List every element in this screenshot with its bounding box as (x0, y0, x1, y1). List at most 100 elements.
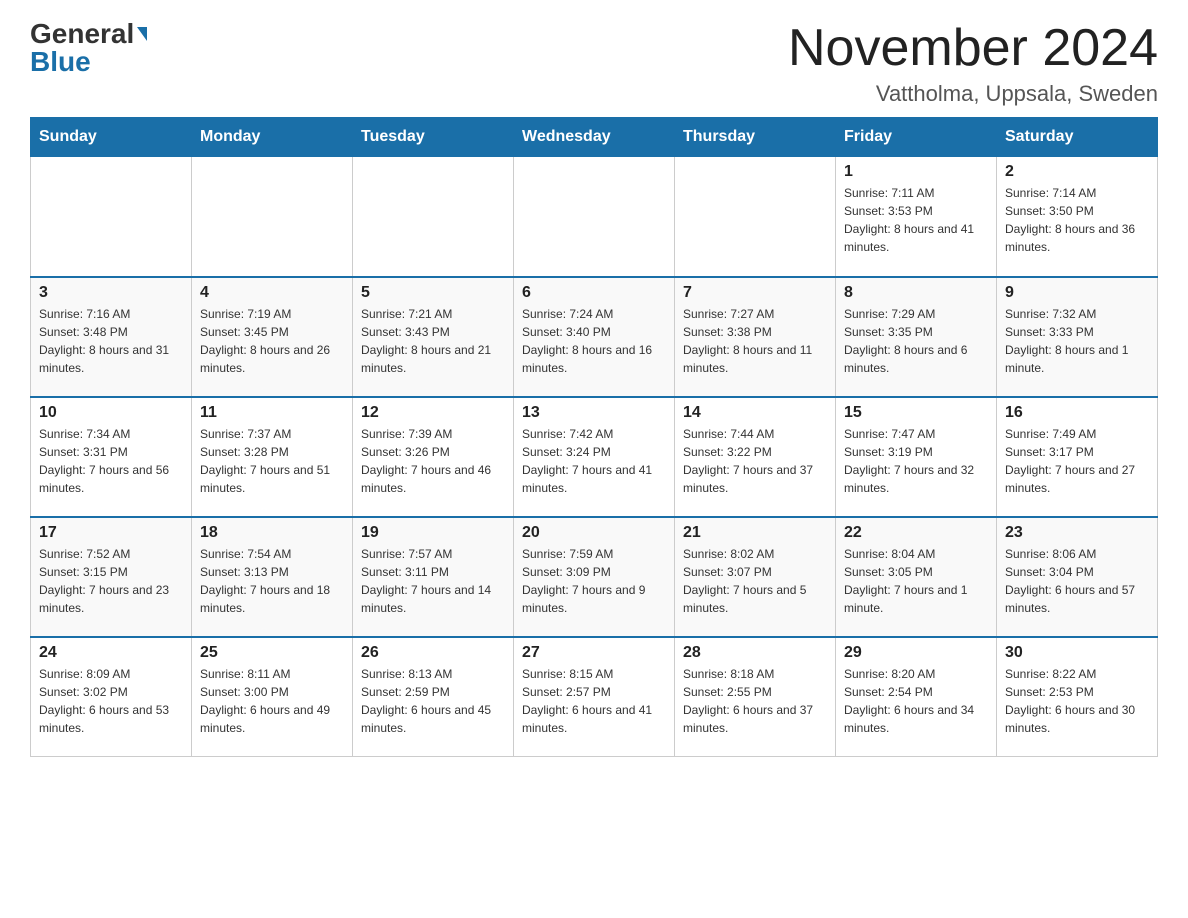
day-info: Sunrise: 8:15 AM Sunset: 2:57 PM Dayligh… (522, 665, 666, 737)
calendar-cell: 28 Sunrise: 8:18 AM Sunset: 2:55 PM Dayli… (675, 637, 836, 757)
day-info: Sunrise: 8:02 AM Sunset: 3:07 PM Dayligh… (683, 545, 827, 617)
day-info: Sunrise: 8:06 AM Sunset: 3:04 PM Dayligh… (1005, 545, 1149, 617)
calendar-cell: 22 Sunrise: 8:04 AM Sunset: 3:05 PM Dayli… (836, 517, 997, 637)
day-number: 16 (1005, 404, 1149, 422)
calendar-cell: 25 Sunrise: 8:11 AM Sunset: 3:00 PM Dayli… (192, 637, 353, 757)
day-info: Sunrise: 8:11 AM Sunset: 3:00 PM Dayligh… (200, 665, 344, 737)
calendar-cell: 12 Sunrise: 7:39 AM Sunset: 3:26 PM Dayli… (353, 397, 514, 517)
day-number: 9 (1005, 284, 1149, 302)
header-wednesday: Wednesday (514, 118, 675, 157)
day-number: 20 (522, 524, 666, 542)
day-info: Sunrise: 7:16 AM Sunset: 3:48 PM Dayligh… (39, 305, 183, 377)
day-number: 25 (200, 644, 344, 662)
day-number: 13 (522, 404, 666, 422)
day-number: 8 (844, 284, 988, 302)
day-number: 22 (844, 524, 988, 542)
day-info: Sunrise: 8:20 AM Sunset: 2:54 PM Dayligh… (844, 665, 988, 737)
day-number: 2 (1005, 163, 1149, 181)
calendar-cell: 16 Sunrise: 7:49 AM Sunset: 3:17 PM Dayli… (997, 397, 1158, 517)
calendar-cell (353, 157, 514, 277)
day-info: Sunrise: 7:21 AM Sunset: 3:43 PM Dayligh… (361, 305, 505, 377)
day-number: 28 (683, 644, 827, 662)
day-info: Sunrise: 7:39 AM Sunset: 3:26 PM Dayligh… (361, 425, 505, 497)
calendar-cell: 15Sunrise: 7:47 AM Sunset: 3:19 PM Dayli… (836, 397, 997, 517)
calendar-cell: 5 Sunrise: 7:21 AM Sunset: 3:43 PM Daylig… (353, 277, 514, 397)
calendar-cell: 21 Sunrise: 8:02 AM Sunset: 3:07 PM Dayli… (675, 517, 836, 637)
day-number: 30 (1005, 644, 1149, 662)
day-info: Sunrise: 7:24 AM Sunset: 3:40 PM Dayligh… (522, 305, 666, 377)
calendar-cell: 3 Sunrise: 7:16 AM Sunset: 3:48 PM Daylig… (31, 277, 192, 397)
calendar-cell: 23 Sunrise: 8:06 AM Sunset: 3:04 PM Dayli… (997, 517, 1158, 637)
day-info: Sunrise: 8:18 AM Sunset: 2:55 PM Dayligh… (683, 665, 827, 737)
header-thursday: Thursday (675, 118, 836, 157)
day-info: Sunrise: 7:59 AM Sunset: 3:09 PM Dayligh… (522, 545, 666, 617)
day-number: 12 (361, 404, 505, 422)
calendar-cell: 29Sunrise: 8:20 AM Sunset: 2:54 PM Dayli… (836, 637, 997, 757)
day-info: Sunrise: 7:29 AM Sunset: 3:35 PM Dayligh… (844, 305, 988, 377)
title-block: November 2024 Vattholma, Uppsala, Sweden (788, 20, 1158, 107)
calendar-cell: 1 Sunrise: 7:11 AM Sunset: 3:53 PM Daylig… (836, 157, 997, 277)
calendar-cell: 2 Sunrise: 7:14 AM Sunset: 3:50 PM Daylig… (997, 157, 1158, 277)
day-info: Sunrise: 7:32 AM Sunset: 3:33 PM Dayligh… (1005, 305, 1149, 377)
day-number: 7 (683, 284, 827, 302)
header-sunday: Sunday (31, 118, 192, 157)
calendar-week-row: 1 Sunrise: 7:11 AM Sunset: 3:53 PM Daylig… (31, 157, 1158, 277)
day-info: Sunrise: 7:54 AM Sunset: 3:13 PM Dayligh… (200, 545, 344, 617)
calendar-week-row: 3 Sunrise: 7:16 AM Sunset: 3:48 PM Daylig… (31, 277, 1158, 397)
calendar-cell: 13 Sunrise: 7:42 AM Sunset: 3:24 PM Dayli… (514, 397, 675, 517)
calendar-cell: 9 Sunrise: 7:32 AM Sunset: 3:33 PM Daylig… (997, 277, 1158, 397)
day-number: 6 (522, 284, 666, 302)
logo-triangle-icon (137, 27, 147, 41)
calendar-cell: 4Sunrise: 7:19 AM Sunset: 3:45 PM Daylig… (192, 277, 353, 397)
calendar-cell (192, 157, 353, 277)
day-info: Sunrise: 7:11 AM Sunset: 3:53 PM Dayligh… (844, 184, 988, 256)
day-number: 23 (1005, 524, 1149, 542)
logo-general: General (30, 20, 134, 48)
day-number: 21 (683, 524, 827, 542)
day-info: Sunrise: 7:27 AM Sunset: 3:38 PM Dayligh… (683, 305, 827, 377)
calendar-cell: 14 Sunrise: 7:44 AM Sunset: 3:22 PM Dayli… (675, 397, 836, 517)
day-info: Sunrise: 7:44 AM Sunset: 3:22 PM Dayligh… (683, 425, 827, 497)
calendar-cell: 6 Sunrise: 7:24 AM Sunset: 3:40 PM Daylig… (514, 277, 675, 397)
day-number: 14 (683, 404, 827, 422)
header-friday: Friday (836, 118, 997, 157)
day-number: 19 (361, 524, 505, 542)
calendar-cell: 8 Sunrise: 7:29 AM Sunset: 3:35 PM Daylig… (836, 277, 997, 397)
calendar-table: SundayMondayTuesdayWednesdayThursdayFrid… (30, 117, 1158, 757)
calendar-cell: 30 Sunrise: 8:22 AM Sunset: 2:53 PM Dayli… (997, 637, 1158, 757)
page-header: General Blue November 2024 Vattholma, Up… (30, 20, 1158, 107)
day-number: 10 (39, 404, 183, 422)
calendar-cell (31, 157, 192, 277)
day-info: Sunrise: 8:09 AM Sunset: 3:02 PM Dayligh… (39, 665, 183, 737)
calendar-cell: 17Sunrise: 7:52 AM Sunset: 3:15 PM Dayli… (31, 517, 192, 637)
day-info: Sunrise: 7:19 AM Sunset: 3:45 PM Dayligh… (200, 305, 344, 377)
calendar-cell: 18 Sunrise: 7:54 AM Sunset: 3:13 PM Dayli… (192, 517, 353, 637)
logo: General Blue (30, 20, 147, 76)
day-number: 27 (522, 644, 666, 662)
day-info: Sunrise: 7:14 AM Sunset: 3:50 PM Dayligh… (1005, 184, 1149, 256)
day-info: Sunrise: 7:42 AM Sunset: 3:24 PM Dayligh… (522, 425, 666, 497)
calendar-title: November 2024 (788, 20, 1158, 77)
day-info: Sunrise: 7:52 AM Sunset: 3:15 PM Dayligh… (39, 545, 183, 617)
header-tuesday: Tuesday (353, 118, 514, 157)
calendar-cell (675, 157, 836, 277)
calendar-header-row: SundayMondayTuesdayWednesdayThursdayFrid… (31, 118, 1158, 157)
calendar-week-row: 24Sunrise: 8:09 AM Sunset: 3:02 PM Dayli… (31, 637, 1158, 757)
calendar-week-row: 17Sunrise: 7:52 AM Sunset: 3:15 PM Dayli… (31, 517, 1158, 637)
day-info: Sunrise: 7:49 AM Sunset: 3:17 PM Dayligh… (1005, 425, 1149, 497)
calendar-cell: 11Sunrise: 7:37 AM Sunset: 3:28 PM Dayli… (192, 397, 353, 517)
calendar-cell: 19Sunrise: 7:57 AM Sunset: 3:11 PM Dayli… (353, 517, 514, 637)
day-info: Sunrise: 7:34 AM Sunset: 3:31 PM Dayligh… (39, 425, 183, 497)
calendar-cell: 7 Sunrise: 7:27 AM Sunset: 3:38 PM Daylig… (675, 277, 836, 397)
day-number: 18 (200, 524, 344, 542)
day-info: Sunrise: 8:22 AM Sunset: 2:53 PM Dayligh… (1005, 665, 1149, 737)
calendar-cell: 24Sunrise: 8:09 AM Sunset: 3:02 PM Dayli… (31, 637, 192, 757)
day-number: 1 (844, 163, 988, 181)
calendar-cell (514, 157, 675, 277)
day-info: Sunrise: 8:04 AM Sunset: 3:05 PM Dayligh… (844, 545, 988, 617)
day-number: 5 (361, 284, 505, 302)
header-monday: Monday (192, 118, 353, 157)
day-number: 11 (200, 404, 344, 422)
day-info: Sunrise: 7:47 AM Sunset: 3:19 PM Dayligh… (844, 425, 988, 497)
day-number: 3 (39, 284, 183, 302)
